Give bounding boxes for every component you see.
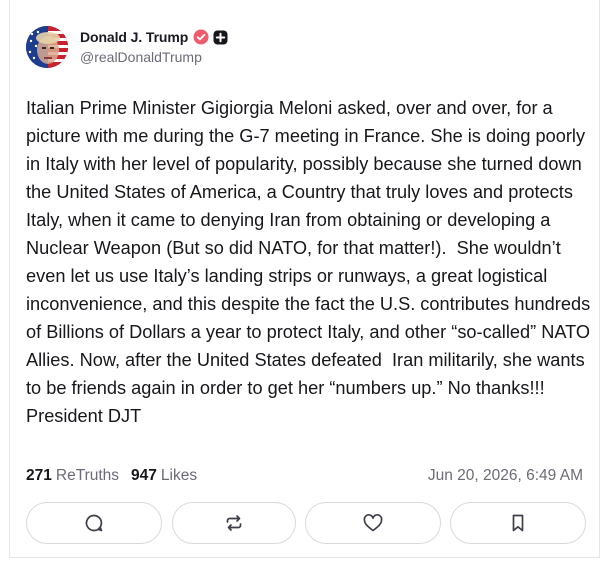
post-body-text: Italian Prime Minister Gigiorgia Meloni …	[26, 98, 596, 426]
heart-icon	[363, 514, 383, 532]
reply-button[interactable]	[26, 502, 162, 544]
bookmark-button[interactable]	[450, 502, 586, 544]
plus-badge-icon	[213, 30, 228, 45]
likes-count: 947	[131, 467, 157, 484]
retruths-stat[interactable]: 271 ReTruths	[26, 467, 119, 485]
likes-label: Likes	[160, 467, 198, 484]
bookmark-icon	[512, 514, 524, 532]
author-names: Donald J. Trump @realDonaldTrump	[80, 28, 228, 65]
likes-stat[interactable]: 947 Likes	[131, 467, 197, 485]
retruth-button[interactable]	[172, 502, 296, 544]
verified-badge-icon	[193, 29, 209, 45]
name-row: Donald J. Trump	[80, 28, 228, 46]
retruths-label: ReTruths	[55, 467, 120, 484]
post-actions	[26, 502, 586, 546]
like-button[interactable]	[305, 502, 441, 544]
flag-portrait-avatar-icon	[26, 26, 68, 68]
avatar[interactable]	[26, 26, 68, 68]
author-handle[interactable]: @realDonaldTrump	[80, 49, 228, 65]
post-stats: 271 ReTruths 947 Likes	[26, 467, 209, 485]
post-card: Donald J. Trump @realDonaldTrump Italian…	[9, 0, 600, 558]
comment-icon	[85, 514, 103, 532]
repost-icon	[226, 515, 242, 531]
retruths-count: 271	[26, 467, 52, 484]
post-header: Donald J. Trump @realDonaldTrump	[26, 26, 228, 68]
author-display-name[interactable]: Donald J. Trump	[80, 29, 188, 45]
post-timestamp[interactable]: Jun 20, 2026, 6:49 AM	[428, 467, 583, 485]
